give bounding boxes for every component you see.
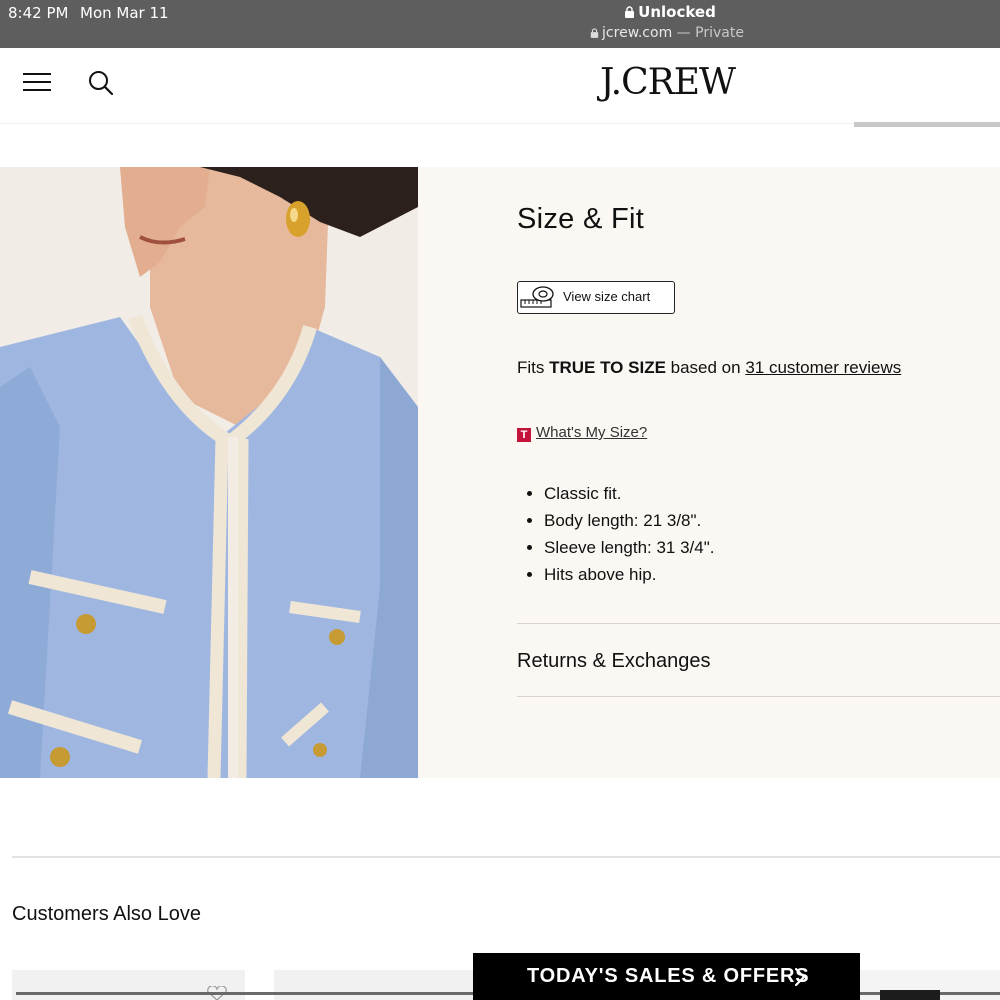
divider bbox=[517, 696, 1000, 697]
fit-summary: Fits TRUE TO SIZE based on 31 customer r… bbox=[517, 358, 901, 378]
hamburger-menu-icon[interactable] bbox=[22, 70, 52, 94]
lock-status: Unlocked bbox=[0, 3, 1000, 21]
list-item: Classic fit. bbox=[544, 484, 715, 511]
search-icon[interactable] bbox=[86, 68, 116, 98]
lock-status-label: Unlocked bbox=[638, 3, 716, 21]
size-fit-section: Size & Fit View size chart Fits TRUE TO … bbox=[0, 167, 1000, 778]
secure-lock-icon bbox=[590, 28, 599, 38]
fit-prefix: Fits bbox=[517, 358, 550, 377]
whats-my-size: T What's My Size? bbox=[517, 424, 647, 442]
measuring-tape-icon bbox=[520, 286, 554, 308]
returns-exchanges-accordion[interactable]: Returns & Exchanges bbox=[517, 650, 710, 673]
lock-icon bbox=[625, 6, 635, 18]
product-photo-illustration bbox=[0, 167, 418, 778]
view-size-chart-button[interactable]: View size chart bbox=[517, 281, 675, 314]
todays-sales-offers-button[interactable]: TODAY'S SALES & OFFERS bbox=[473, 953, 860, 1000]
customers-also-love-title: Customers Also Love bbox=[12, 903, 201, 925]
chevron-right-icon bbox=[794, 967, 806, 987]
view-size-chart-label: View size chart bbox=[563, 289, 651, 304]
size-fit-title: Size & Fit bbox=[517, 203, 645, 235]
header-progress-indicator bbox=[854, 122, 1000, 127]
site-header: J.CREW bbox=[0, 48, 1000, 127]
jcrew-logo[interactable]: J.CREW bbox=[600, 62, 736, 103]
fit-details-list: Classic fit. Body length: 21 3/8". Sleev… bbox=[544, 484, 715, 592]
url-text: jcrew.com bbox=[602, 25, 673, 41]
section-divider bbox=[12, 856, 1000, 858]
sales-banner-label: TODAY'S SALES & OFFERS bbox=[527, 965, 810, 987]
list-item: Sleeve length: 31 3/4". bbox=[544, 538, 715, 565]
page: 8:42 PM Mon Mar 11 Unlocked jcrew.com — … bbox=[0, 0, 1000, 1000]
product-card[interactable] bbox=[274, 970, 474, 1000]
size-fit-panel: Size & Fit View size chart Fits TRUE TO … bbox=[418, 167, 1000, 778]
whats-my-size-link[interactable]: What's My Size? bbox=[536, 424, 647, 441]
list-item: Hits above hip. bbox=[544, 565, 715, 592]
private-label: — Private bbox=[676, 25, 744, 41]
address-bar[interactable]: jcrew.com — Private bbox=[0, 25, 1000, 41]
customer-reviews-link[interactable]: 31 customer reviews bbox=[745, 358, 901, 377]
fit-emphasis: TRUE TO SIZE bbox=[549, 358, 666, 377]
true-fit-badge-icon: T bbox=[517, 428, 531, 442]
list-item: Body length: 21 3/8". bbox=[544, 511, 715, 538]
product-photo bbox=[0, 167, 418, 778]
browser-status-bar: 8:42 PM Mon Mar 11 Unlocked jcrew.com — … bbox=[0, 0, 1000, 48]
fit-middle: based on bbox=[665, 358, 746, 377]
product-thumbnail bbox=[880, 990, 940, 1000]
divider bbox=[517, 623, 1000, 624]
